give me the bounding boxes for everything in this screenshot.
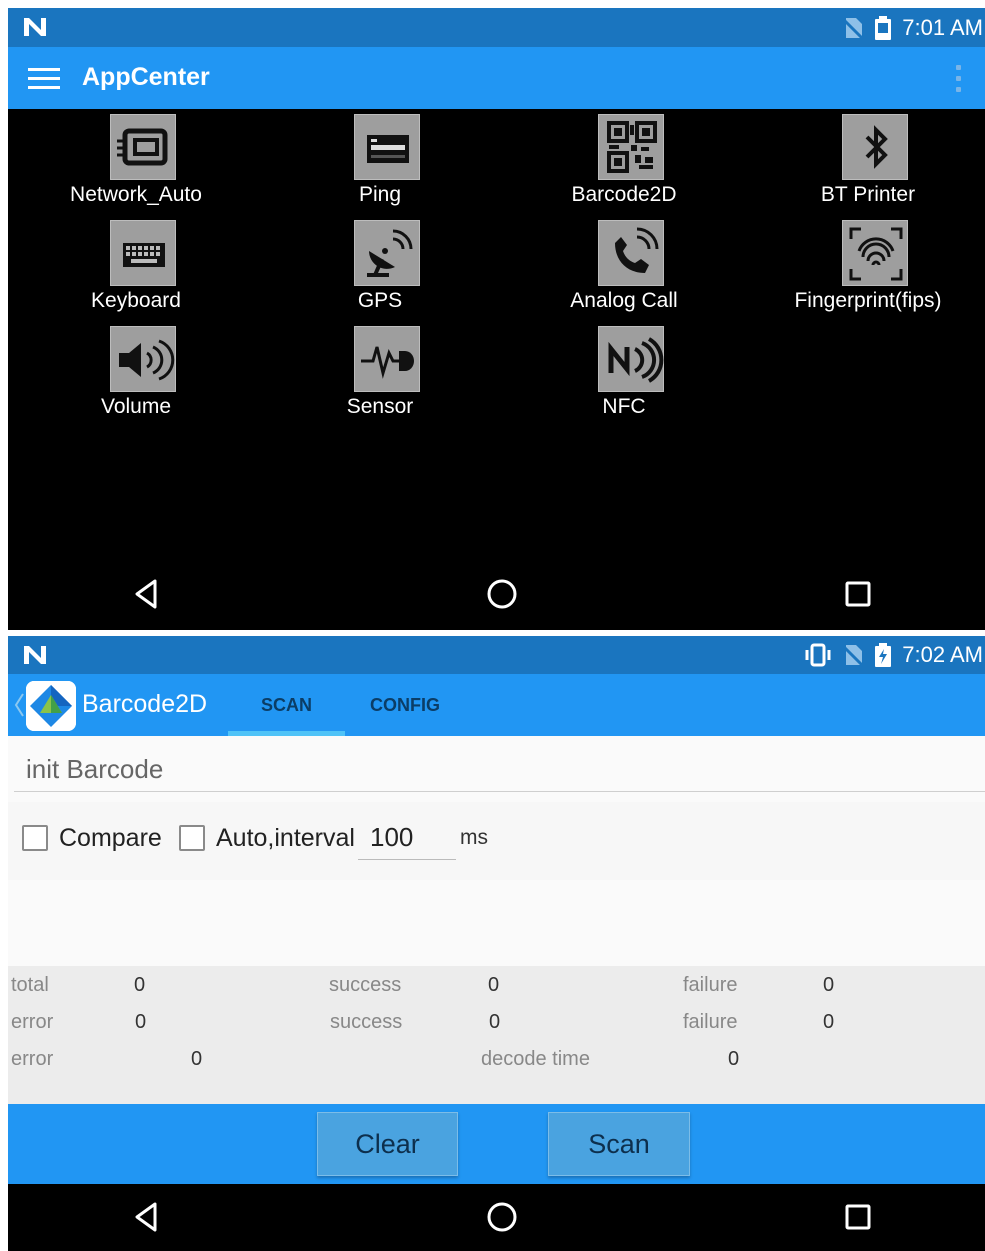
app-tile-volume[interactable]: Volume — [14, 321, 258, 427]
compare-checkbox[interactable] — [22, 825, 48, 851]
stat-error-label: error — [11, 1048, 54, 1070]
appcenter-screen: 7:01 AM AppCenter Network_Auto Ping Barc… — [8, 8, 985, 630]
app-bar: Barcode2D SCAN CONFIG — [8, 674, 985, 736]
tab-config-label: CONFIG — [370, 694, 440, 715]
stat-error-value: 0 — [135, 1011, 147, 1033]
stat-success-label: success — [329, 974, 402, 996]
device-screens: 7:01 AM AppCenter Network_Auto Ping Barc… — [0, 0, 985, 1251]
app-tile-sensor[interactable]: Sensor — [258, 321, 502, 427]
navigation-bar — [8, 1184, 985, 1251]
server-icon — [354, 114, 420, 180]
notification-n-icon — [24, 18, 46, 36]
app-tile-barcode2d[interactable]: Barcode2D — [502, 109, 746, 215]
status-bar: 7:01 AM — [8, 8, 985, 47]
home-nav-icon[interactable] — [484, 576, 520, 612]
app-title: AppCenter — [82, 63, 210, 91]
heartbeat-sensor-icon — [354, 326, 420, 392]
stat-decode-time-value: 0 — [728, 1048, 740, 1070]
stat-error-value: 0 — [191, 1048, 203, 1070]
auto-interval-label: Auto,interval — [216, 824, 355, 852]
fingerprint-icon — [842, 220, 908, 286]
stat-failure-label: failure — [683, 1011, 738, 1033]
compare-label: Compare — [59, 824, 162, 852]
tab-selected-indicator — [228, 731, 345, 736]
interval-unit-label: ms — [460, 826, 488, 849]
app-tile-fingerprint[interactable]: Fingerprint(fips) — [746, 215, 985, 321]
app-tile-nfc[interactable]: NFC — [502, 321, 746, 427]
app-tile-label: Keyboard — [91, 289, 181, 312]
scan-options-row: Compare Auto,interval ms — [8, 802, 985, 880]
app-tile-gps[interactable]: GPS — [258, 215, 502, 321]
app-tile-analog-call[interactable]: Analog Call — [502, 215, 746, 321]
no-sim-icon — [843, 645, 864, 667]
app-tile-label: Fingerprint(fips) — [794, 289, 942, 312]
barcode-app-logo — [26, 681, 76, 731]
speaker-icon — [110, 326, 176, 392]
stat-success-value: 0 — [489, 1011, 501, 1033]
app-tile-network-auto[interactable]: Network_Auto — [14, 109, 258, 215]
notification-n-icon — [24, 646, 46, 664]
status-bar: 7:02 AM — [8, 636, 985, 674]
stat-decode-time-label: decode time — [481, 1048, 590, 1070]
recents-nav-icon[interactable] — [840, 576, 876, 612]
status-time: 7:02 AM — [902, 642, 983, 667]
phone-ringing-icon — [598, 220, 664, 286]
app-bar: AppCenter — [8, 47, 985, 109]
bluetooth-icon — [842, 114, 908, 180]
stat-failure-value: 0 — [823, 1011, 835, 1033]
stat-failure-value: 0 — [823, 974, 835, 996]
vibrate-icon — [805, 643, 831, 667]
app-tile-label: Ping — [358, 183, 402, 206]
stat-success-value: 0 — [488, 974, 500, 996]
app-tile-label: Volume — [100, 395, 172, 418]
stat-total-label: total — [11, 974, 49, 996]
back-nav-icon[interactable] — [129, 1199, 165, 1235]
app-tile-label: Barcode2D — [571, 183, 677, 206]
app-tile-label: Network_Auto — [70, 183, 202, 206]
status-time: 7:01 AM — [902, 14, 983, 40]
action-bar: Clear Scan — [8, 1104, 985, 1184]
app-tile-keyboard[interactable]: Keyboard — [14, 215, 258, 321]
auto-interval-checkbox[interactable] — [179, 825, 205, 851]
navigation-bar — [8, 558, 985, 630]
init-status-text: init Barcode — [26, 754, 164, 784]
app-tile-ping[interactable]: Ping — [258, 109, 502, 215]
stat-success-label: success — [330, 1011, 403, 1033]
no-sim-icon — [843, 17, 864, 39]
satellite-dish-icon — [354, 220, 420, 286]
stat-total-value: 0 — [134, 974, 146, 996]
network-card-icon — [110, 114, 176, 180]
scan-button[interactable]: Scan — [548, 1112, 690, 1176]
scan-statistics: total 0 success 0 failure 0 error 0 succ… — [8, 966, 985, 1104]
overflow-menu-icon[interactable] — [953, 63, 963, 95]
init-status-field: init Barcode — [14, 740, 985, 792]
stat-error-label: error — [11, 1011, 54, 1033]
tab-scan[interactable]: SCAN — [228, 674, 345, 736]
app-tile-bt-printer[interactable]: BT Printer — [746, 109, 985, 215]
app-tile-label: Analog Call — [570, 289, 678, 312]
battery-icon — [875, 15, 892, 40]
battery-charging-icon — [875, 643, 892, 667]
app-tile-label: Sensor — [346, 395, 414, 418]
qr-code-icon — [598, 114, 664, 180]
app-tile-label: BT Printer — [820, 183, 916, 206]
stat-failure-label: failure — [683, 974, 738, 996]
barcode2d-screen: 7:02 AM Barcode2D SCAN CONFIG init Barco… — [8, 636, 985, 1251]
home-nav-icon[interactable] — [484, 1199, 520, 1235]
nfc-icon — [598, 326, 664, 392]
back-chevron-icon[interactable] — [14, 692, 24, 718]
recents-nav-icon[interactable] — [840, 1199, 876, 1235]
keyboard-icon — [110, 220, 176, 286]
app-tile-label: NFC — [602, 395, 646, 418]
tab-scan-label: SCAN — [260, 694, 312, 715]
app-tile-label: GPS — [357, 289, 403, 312]
divider — [14, 791, 985, 792]
app-name: Barcode2D — [82, 690, 208, 718]
tab-config[interactable]: CONFIG — [345, 674, 465, 736]
interval-input[interactable] — [358, 816, 456, 860]
clear-button[interactable]: Clear — [317, 1112, 458, 1176]
back-nav-icon[interactable] — [129, 576, 165, 612]
menu-icon[interactable] — [28, 68, 60, 90]
